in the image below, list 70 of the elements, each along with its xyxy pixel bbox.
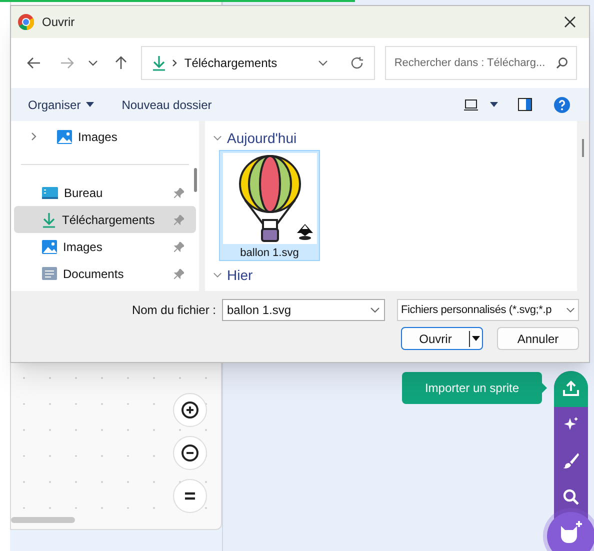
nav-item[interactable]: Images: [14, 233, 196, 260]
pin-icon: [174, 214, 184, 224]
view-icon[interactable]: [464, 98, 478, 110]
picture-icon: [57, 130, 72, 144]
tooltip: Importer un sprite: [402, 372, 542, 404]
tooltip-pointer-icon: [542, 383, 547, 393]
vertical-scrollbar[interactable]: [582, 139, 584, 157]
group-header[interactable]: Aujourd'hui: [213, 126, 577, 150]
paintbrush-icon: [562, 452, 580, 470]
pin-icon: [174, 188, 184, 198]
upload-icon: [562, 380, 580, 398]
address-text: Téléchargements: [184, 55, 278, 72]
search-icon: [562, 488, 580, 506]
browser-logo-icon: [18, 14, 34, 30]
preview-pane-icon[interactable]: [518, 98, 532, 111]
download-icon: [152, 55, 166, 71]
address-bar[interactable]: Téléchargements: [141, 46, 376, 80]
document-icon: [42, 267, 57, 280]
cat-plus-icon: [558, 520, 584, 544]
nav-item[interactable]: Téléchargements: [14, 206, 196, 233]
caret-icon: [472, 336, 480, 341]
choose-sprite-button[interactable]: [547, 512, 594, 551]
filename-field[interactable]: ballon 1.svg: [222, 299, 385, 321]
file-type-text: Fichiers personnalisés (*.svg;*.p: [401, 302, 552, 318]
reset-zoom-button[interactable]: [173, 479, 207, 513]
vector-app-icon: [296, 223, 314, 241]
chevron-down-icon: [88, 60, 98, 66]
chevron-down-icon: [370, 307, 380, 313]
file-type-dropdown[interactable]: Fichiers personnalisés (*.svg;*.p: [397, 299, 579, 321]
nav-item[interactable]: Documents: [14, 260, 196, 287]
window-title: Ouvrir: [42, 14, 75, 31]
close-icon: [564, 16, 576, 28]
cancel-button[interactable]: Annuler: [497, 327, 579, 350]
up-arrow-icon: [114, 56, 127, 70]
filename-label: Nom du fichier :: [132, 302, 216, 319]
file-tile[interactable]: ballon 1.svg: [219, 150, 320, 261]
equals-icon: [184, 492, 196, 500]
zoom-in-button[interactable]: [173, 393, 207, 427]
chevron-right-icon[interactable]: [31, 132, 37, 141]
organize-menu[interactable]: Organiser: [28, 96, 94, 114]
search-icon: [556, 57, 568, 69]
refresh-icon[interactable]: [350, 56, 364, 70]
caret-icon: [86, 102, 94, 107]
desktop-icon: [42, 186, 58, 198]
chevron-down-icon: [566, 307, 575, 313]
picture-icon: [42, 240, 57, 254]
zoom-out-icon: [181, 444, 199, 462]
horizontal-scrollbar[interactable]: [11, 517, 75, 523]
caret-icon[interactable]: [490, 102, 498, 107]
zoom-out-button[interactable]: [173, 436, 207, 470]
pin-icon: [174, 268, 184, 278]
search-input[interactable]: Rechercher dans : Télécharg...: [394, 54, 556, 72]
chevron-down-icon: [318, 60, 328, 66]
nav-item[interactable]: Bureau: [14, 179, 196, 206]
download-icon: [42, 212, 56, 228]
sprite-menu-button[interactable]: [554, 371, 588, 407]
vertical-scrollbar[interactable]: [194, 168, 197, 192]
search-field[interactable]: Rechercher dans : Télécharg...: [385, 46, 577, 80]
help-icon[interactable]: [554, 96, 570, 112]
filename-input[interactable]: ballon 1.svg: [227, 301, 370, 319]
nav-item[interactable]: Images: [14, 123, 196, 150]
forward-arrow-icon: [60, 57, 74, 69]
file-name: ballon 1.svg: [240, 246, 299, 261]
chevron-right-icon: [172, 59, 178, 67]
pin-icon: [174, 242, 184, 252]
group-header[interactable]: Hier: [213, 263, 577, 287]
back-arrow-icon: [26, 57, 41, 69]
zoom-in-icon: [181, 401, 199, 419]
open-button[interactable]: Ouvrir: [401, 327, 483, 350]
new-folder-button[interactable]: Nouveau dossier: [122, 96, 212, 114]
